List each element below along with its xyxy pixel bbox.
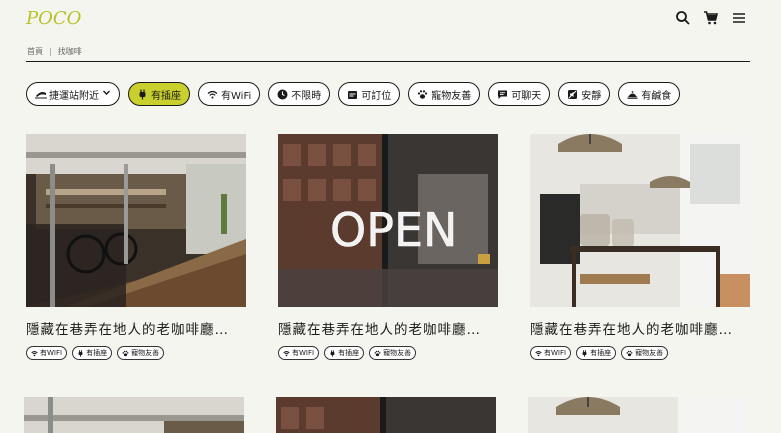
filter-reservation[interactable]: 可訂位: [338, 82, 401, 106]
paw-icon: [417, 89, 428, 100]
wifi-icon: [31, 350, 38, 357]
filter-label: 不限時: [291, 90, 322, 102]
cafe-card-tags: 有WIFI 有插座 寵物友善: [530, 346, 750, 360]
cafe-card-tags: 有WIFI 有插座 寵物友善: [26, 346, 246, 360]
tag-label: 有WIFI: [292, 349, 315, 357]
plug-icon: [77, 349, 84, 357]
wifi-icon: [535, 350, 542, 357]
paw-icon: [626, 350, 633, 357]
breadcrumb: 首頁 | 找咖啡: [27, 46, 82, 57]
filter-label: 安靜: [581, 90, 602, 102]
cafe-card[interactable]: [276, 397, 496, 433]
cafe-card[interactable]: 隱藏在巷弄在地人的老咖啡廳… 有WIFI 有插座 寵物友善: [26, 134, 246, 360]
filter-plug[interactable]: 有插座: [128, 82, 190, 106]
open-sign-photo[interactable]: OPEN: [278, 134, 498, 307]
paw-icon: [374, 350, 381, 357]
tag-pet: 寵物友善: [117, 346, 165, 360]
tag-pet: 寵物友善: [369, 346, 417, 360]
poco-logo[interactable]: POCO: [26, 8, 81, 29]
filter-label: 可聊天: [511, 90, 542, 102]
tag-plug: 有插座: [324, 346, 365, 360]
cafe-card[interactable]: 隱藏在巷弄在地人的老咖啡廳… 有WIFI 有插座 寵物友善: [530, 134, 750, 360]
tag-plug: 有插座: [72, 346, 113, 360]
cafe-card[interactable]: OPEN 隱藏在巷弄在地人的老咖啡廳… 有WIFI 有插座 寵物友善: [278, 134, 498, 360]
breadcrumb-home[interactable]: 首頁: [27, 46, 43, 57]
tag-plug: 有插座: [576, 346, 617, 360]
breadcrumb-current: 找咖啡: [57, 47, 82, 56]
breadcrumb-separator: |: [49, 47, 52, 56]
chat-icon: [497, 89, 508, 100]
header-divider: [26, 61, 750, 62]
cafe-counter-photo[interactable]: [528, 397, 748, 433]
tag-label: 寵物友善: [131, 349, 160, 357]
plug-icon: [137, 89, 148, 100]
bar-interior-photo[interactable]: [26, 134, 246, 307]
search-icon[interactable]: [675, 10, 691, 26]
header-actions: [675, 10, 747, 26]
filter-label: 有WiFi: [221, 90, 252, 102]
mute-icon: [567, 89, 578, 100]
wifi-icon: [283, 350, 290, 357]
tag-wifi: 有WIFI: [26, 346, 68, 360]
filter-savory-food[interactable]: 有鹹食: [618, 82, 681, 106]
tag-label: 有WIFI: [40, 349, 63, 357]
tag-wifi: 有WIFI: [278, 346, 320, 360]
wifi-icon: [207, 89, 218, 100]
filter-metro-dropdown[interactable]: 捷運站附近: [26, 82, 120, 106]
cafe-card-title[interactable]: 隱藏在巷弄在地人的老咖啡廳…: [530, 318, 750, 338]
filter-no-time-limit[interactable]: 不限時: [268, 82, 331, 106]
tag-label: 有插座: [338, 349, 360, 357]
tag-label: 寵物友善: [383, 349, 412, 357]
cafe-card-tags: 有WIFI 有插座 寵物友善: [278, 346, 498, 360]
bar-interior-photo[interactable]: [24, 397, 244, 433]
filter-label: 可訂位: [361, 90, 392, 102]
tag-label: 有WIFI: [544, 349, 567, 357]
open-sign-text: OPEN: [330, 203, 457, 257]
filter-label: 寵物友善: [431, 90, 472, 102]
plug-icon: [329, 349, 336, 357]
filter-chat[interactable]: 可聊天: [488, 82, 551, 106]
open-sign-photo[interactable]: [276, 397, 496, 433]
cafe-card-title[interactable]: 隱藏在巷弄在地人的老咖啡廳…: [278, 318, 498, 338]
metro-icon: [35, 89, 47, 100]
cafe-card[interactable]: [24, 397, 244, 433]
chevron-down-icon: [102, 88, 111, 100]
filter-bar: 捷運站附近 有插座 有WiFi 不限時 可訂位 寵物友善 可聊天 安靜 有鹹食: [26, 82, 681, 106]
cafe-counter-photo[interactable]: [530, 134, 750, 307]
filter-pet-friendly[interactable]: 寵物友善: [408, 82, 481, 106]
tag-label: 有插座: [590, 349, 612, 357]
tag-pet: 寵物友善: [621, 346, 669, 360]
plug-icon: [581, 349, 588, 357]
filter-label: 捷運站附近: [49, 90, 99, 102]
menu-icon[interactable]: [731, 10, 747, 26]
food-icon: [627, 89, 638, 100]
tag-wifi: 有WIFI: [530, 346, 572, 360]
clock-icon: [277, 89, 288, 100]
cart-icon[interactable]: [703, 10, 719, 26]
filter-wifi[interactable]: 有WiFi: [198, 82, 261, 106]
tag-label: 有插座: [86, 349, 108, 357]
calendar-icon: [347, 89, 358, 100]
filter-label: 有插座: [151, 90, 181, 102]
paw-icon: [122, 350, 129, 357]
filter-label: 有鹹食: [641, 90, 672, 102]
cafe-card-title[interactable]: 隱藏在巷弄在地人的老咖啡廳…: [26, 318, 246, 338]
cafe-card[interactable]: [528, 397, 748, 433]
tag-label: 寵物友善: [635, 349, 664, 357]
filter-quiet[interactable]: 安靜: [558, 82, 611, 106]
